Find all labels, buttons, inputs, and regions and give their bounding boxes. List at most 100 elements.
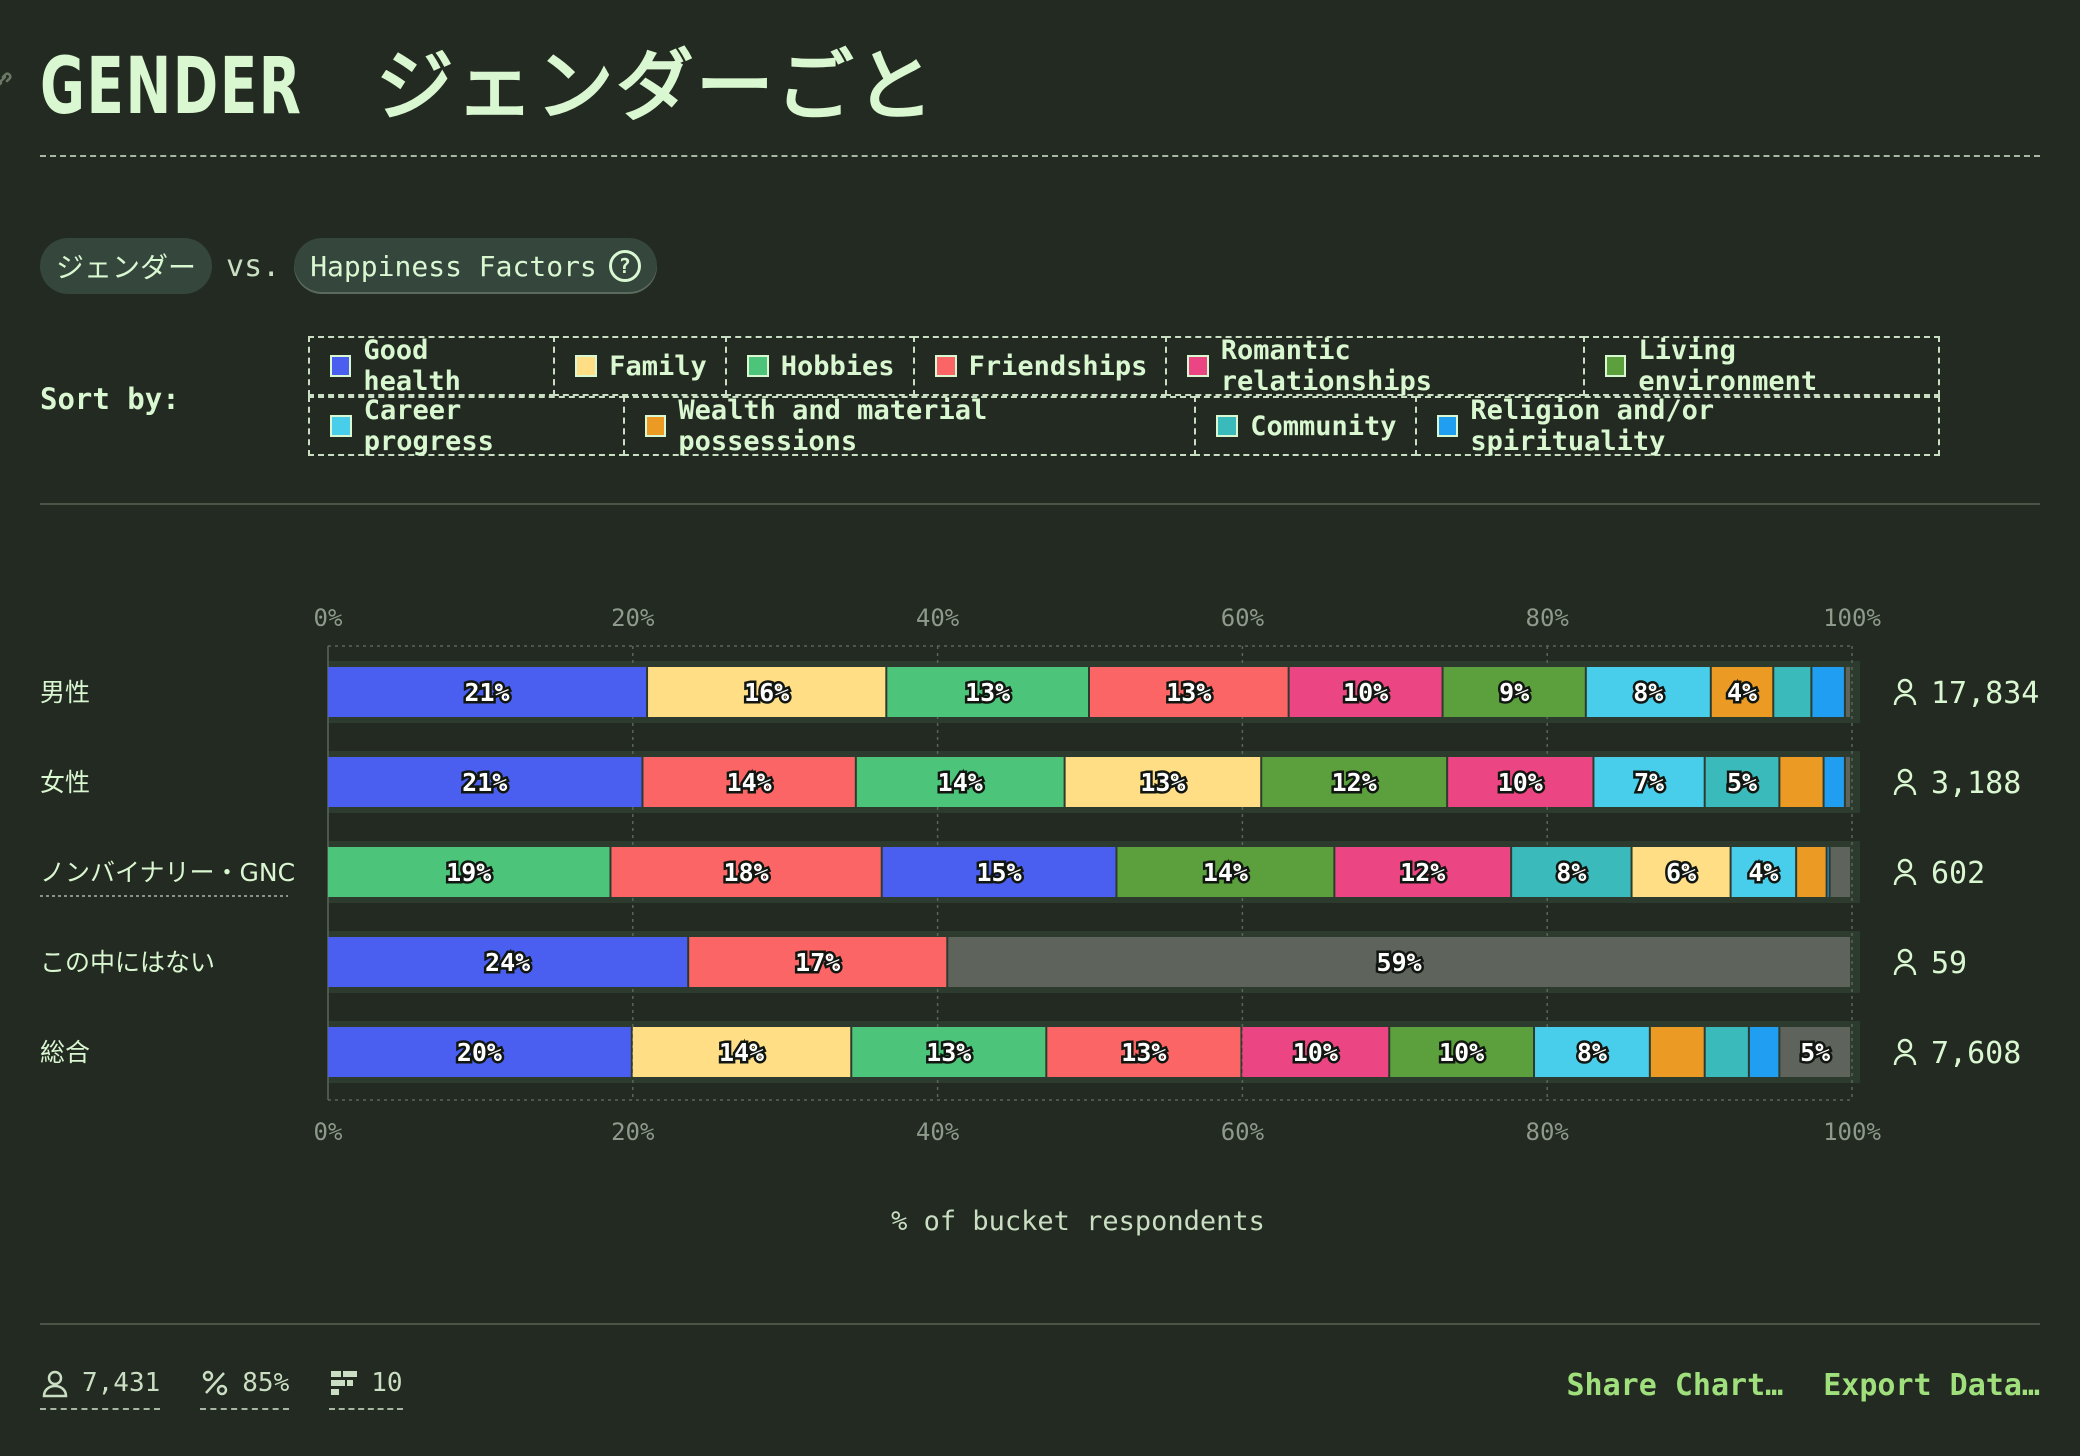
percent-icon — [203, 1370, 228, 1396]
x-tick-label-top: 80% — [1526, 604, 1570, 632]
percent-value: 85% — [242, 1368, 290, 1398]
row-label: 女性 — [40, 768, 90, 797]
legend-swatch — [575, 355, 598, 377]
bar-wealth-and-material-possessions[interactable] — [1780, 757, 1823, 807]
legend-label: Career progress — [363, 395, 494, 457]
bar-value-label: 21% — [464, 678, 509, 707]
bar-value-label: 14% — [727, 768, 772, 797]
footer-stats: 7,431 85% 10 — [40, 1368, 403, 1410]
respondents-stat[interactable]: 7,431 — [40, 1368, 161, 1410]
bar-religion-and-or-spirituality[interactable] — [1749, 1027, 1779, 1077]
legend-swatch — [1187, 355, 1209, 377]
title-divider — [40, 155, 2040, 157]
link-icon[interactable] — [0, 68, 14, 92]
row-count-person-icon — [1893, 948, 1917, 976]
bar-value-label: 14% — [938, 768, 983, 797]
bar-religion-and-or-spirituality[interactable] — [1824, 757, 1844, 807]
bar-value-label: 13% — [1121, 1038, 1166, 1067]
row-count-person-icon — [1893, 768, 1917, 796]
sort-religion-and-or-spirituality[interactable]: Religion and/or spirituality — [1414, 395, 1940, 457]
x-tick-label-top: 0% — [314, 604, 343, 632]
legend-label: Romantic relationships — [1220, 335, 1433, 397]
bar-value-label: 8% — [1633, 678, 1663, 707]
footer-divider — [40, 1323, 2040, 1325]
sort-romantic-relationships[interactable]: Romantic relationships — [1165, 335, 1586, 397]
bar-other[interactable] — [1845, 757, 1850, 807]
sort-hobbies[interactable]: Hobbies — [724, 336, 915, 396]
bar-value-label: 13% — [1140, 768, 1185, 797]
title-latin: GENDER — [40, 42, 303, 132]
bar-value-label: 14% — [719, 1038, 764, 1067]
happiness-factors-selector[interactable]: Happiness Factors ? — [294, 238, 657, 294]
sort-legend: Good health Family Hobbies Friendships Roman… — [308, 335, 1940, 457]
title-japanese: ジェンダーごと — [375, 42, 936, 132]
bar-value-label: 18% — [724, 858, 769, 887]
bar-value-label: 19% — [446, 858, 491, 887]
x-tick-label-bottom: 80% — [1526, 1118, 1570, 1146]
gender-selector-label: ジェンダー — [56, 251, 197, 284]
bar-value-label: 5% — [1727, 768, 1757, 797]
bar-other[interactable] — [1845, 667, 1850, 717]
bar-value-label: 13% — [965, 678, 1010, 707]
person-icon — [42, 1370, 68, 1398]
gender-selector[interactable]: ジェンダー — [40, 238, 213, 294]
export-data-link[interactable]: Export Data… — [1823, 1368, 2040, 1403]
vs-label: vs. — [226, 248, 281, 284]
x-tick-label-bottom: 40% — [916, 1118, 960, 1146]
bar-value-label: 9% — [1499, 678, 1529, 707]
bar-other[interactable] — [1830, 847, 1850, 897]
stacked-bar-chart: 0% 0% 20% 20% 40% 40% 60% 60% 80% 80% 100% 100% 男性 21… — [40, 604, 2039, 1237]
sort-career-progress[interactable]: Career progress — [308, 395, 625, 457]
bar-value-label: 4% — [1727, 678, 1757, 707]
row-label: この中にはない — [40, 948, 215, 977]
bar-value-label: 7% — [1634, 768, 1664, 797]
sort-wealth-and-material-possessions[interactable]: Wealth and material possessions — [622, 395, 1197, 457]
bar-religion-and-or-spirituality[interactable] — [1812, 667, 1844, 717]
legend-row-2: Career progress Wealth and material posse… — [308, 395, 1940, 457]
x-tick-label-bottom: 100% — [1823, 1118, 1881, 1146]
bar-value-label: 12% — [1332, 768, 1377, 797]
sort-living-environment[interactable]: Living environment — [1583, 335, 1940, 397]
legend-swatch — [1216, 415, 1239, 437]
x-tick-label-top: 40% — [916, 604, 960, 632]
bar-value-label: 17% — [795, 948, 840, 977]
row-label[interactable]: ノンバイナリー・GNC — [40, 858, 295, 887]
page-title: GENDER ジェンダーごと — [40, 32, 936, 142]
row-count: 59 — [1931, 946, 1967, 981]
legend-swatch — [746, 355, 769, 377]
bar-community[interactable] — [1774, 667, 1811, 717]
share-chart-link[interactable]: Share Chart… — [1567, 1368, 1784, 1403]
bar-value-label: 8% — [1556, 858, 1586, 887]
sort-good-health[interactable]: Good health — [308, 335, 556, 397]
bar-value-label: 12% — [1400, 858, 1445, 887]
legend-divider — [40, 503, 2040, 505]
bar-value-label: 21% — [462, 768, 507, 797]
legend-label: Good health — [363, 335, 461, 397]
bar-community[interactable] — [1705, 1027, 1748, 1077]
bar-wealth-and-material-possessions[interactable] — [1650, 1027, 1704, 1077]
bar-wealth-and-material-possessions[interactable] — [1797, 847, 1826, 897]
x-axis-title: % of bucket respondents — [891, 1206, 1265, 1237]
bar-value-label: 15% — [977, 858, 1022, 887]
bar-value-label: 59% — [1377, 948, 1422, 977]
respondents-value: 7,431 — [82, 1368, 161, 1398]
sort-by-label: Sort by: — [40, 382, 180, 416]
row-count: 17,834 — [1931, 676, 2039, 711]
legend-swatch — [1436, 415, 1459, 437]
legend-label: Friendships — [968, 350, 1148, 382]
legend-swatch — [644, 415, 667, 437]
bar-value-label: 10% — [1439, 1038, 1484, 1067]
sort-family[interactable]: Family — [553, 336, 727, 396]
sort-community[interactable]: Community — [1194, 396, 1417, 456]
legend-swatch — [1605, 355, 1627, 377]
legend-row-1: Good health Family Hobbies Friendships Roman… — [308, 335, 1940, 397]
row-count: 3,188 — [1931, 766, 2021, 801]
help-icon[interactable]: ? — [608, 250, 641, 282]
variable-selectors: ジェンダー vs. Happiness Factors ? — [40, 238, 657, 294]
bar-religion-and-or-spirituality[interactable] — [1827, 847, 1829, 897]
bar-value-label: 13% — [926, 1038, 971, 1067]
legend-label: Family — [609, 350, 707, 382]
buckets-stat[interactable]: 10 — [329, 1368, 403, 1410]
sort-friendships[interactable]: Friendships — [912, 336, 1168, 396]
percent-stat[interactable]: 85% — [200, 1368, 290, 1410]
